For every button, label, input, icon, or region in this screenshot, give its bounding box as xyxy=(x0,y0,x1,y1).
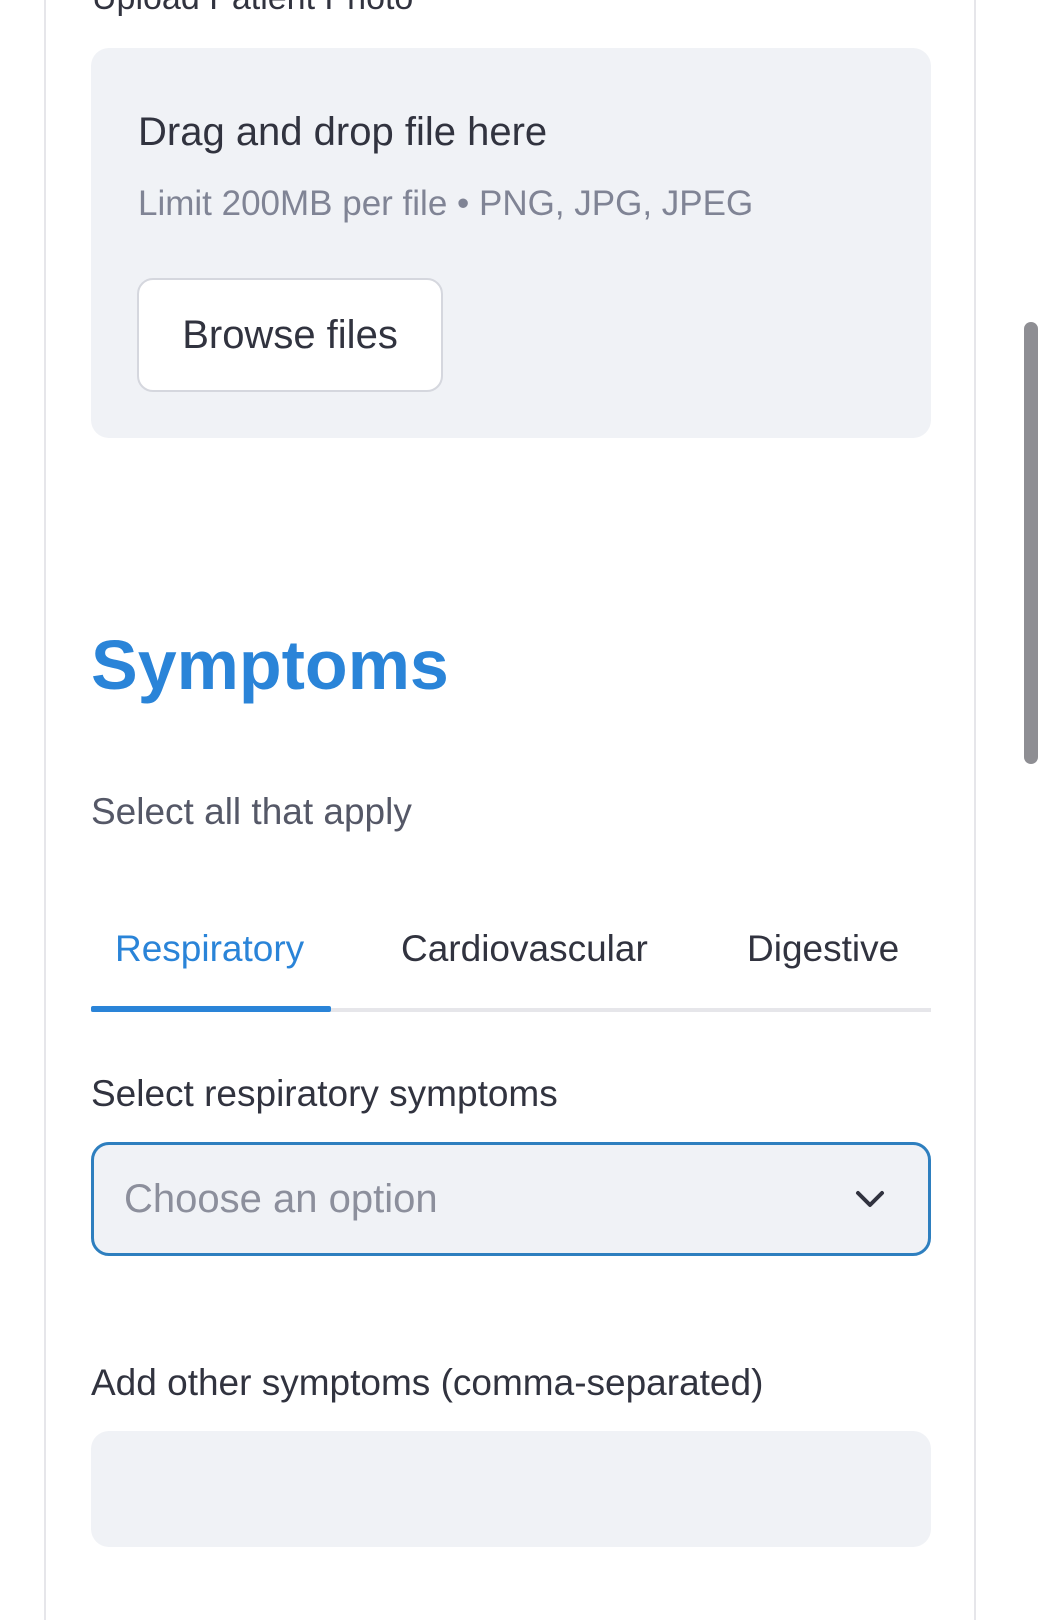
symptoms-heading: Symptoms xyxy=(91,626,449,704)
active-tab-indicator xyxy=(91,1006,331,1012)
select-respiratory-label: Select respiratory symptoms xyxy=(91,1073,558,1114)
tab-cardiovascular[interactable]: Cardiovascular xyxy=(401,924,648,974)
select-placeholder: Choose an option xyxy=(124,1177,438,1221)
dropzone-title: Drag and drop file here xyxy=(138,110,548,154)
chevron-down-icon[interactable] xyxy=(852,1181,888,1217)
respiratory-symptoms-select[interactable]: Choose an option xyxy=(91,1142,931,1256)
symptoms-subtitle: Select all that apply xyxy=(91,791,412,832)
other-symptoms-input[interactable] xyxy=(91,1431,931,1547)
symptom-category-tabs: Respiratory Cardiovascular Digestive xyxy=(91,910,931,1014)
browse-files-button[interactable]: Browse files xyxy=(137,278,443,392)
tab-respiratory[interactable]: Respiratory xyxy=(115,924,304,974)
dropzone-limit-text: Limit 200MB per file • PNG, JPG, JPEG xyxy=(138,184,754,223)
upload-label: Upload Patient Photo xyxy=(92,0,413,18)
scrollbar-thumb[interactable] xyxy=(1024,322,1038,764)
other-symptoms-label: Add other symptoms (comma-separated) xyxy=(91,1362,764,1403)
scrollbar-track[interactable] xyxy=(1022,0,1040,1599)
tab-digestive[interactable]: Digestive xyxy=(747,924,899,974)
file-dropzone[interactable]: Drag and drop file here Limit 200MB per … xyxy=(91,48,931,438)
